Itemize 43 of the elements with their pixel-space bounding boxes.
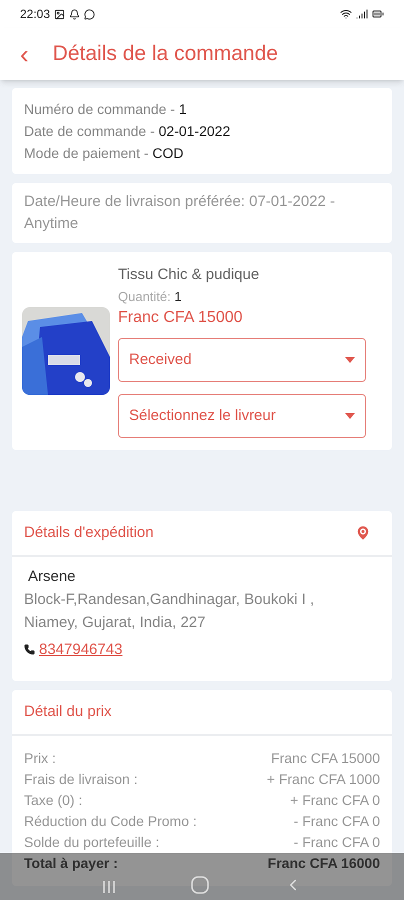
price-label: Réduction du Code Promo : bbox=[24, 812, 197, 831]
page-title: Détails de la commande bbox=[52, 41, 278, 68]
price-value: - Franc CFA 0 bbox=[294, 812, 380, 831]
shipping-title: Détails d'expédition bbox=[24, 522, 154, 543]
order-label: Numéro de commande - bbox=[24, 100, 176, 119]
dropdown[interactable]: Sélectionnez le livreur bbox=[118, 394, 366, 438]
product-name: Tissu Chic & pudique bbox=[118, 265, 260, 285]
price-value: Franc CFA 16000 bbox=[268, 854, 380, 873]
order-label: Date de commande - bbox=[24, 122, 156, 141]
price-label: Solde du portefeuille : bbox=[24, 833, 160, 852]
delivery-preference: Date/Heure de livraison préférée: 07-01-2022 - Anytime bbox=[24, 193, 336, 232]
order-label: Mode de paiement - bbox=[24, 144, 150, 163]
phone-icon bbox=[24, 644, 35, 655]
price-label: Prix : bbox=[24, 749, 56, 768]
product-price: Franc CFA 15000 bbox=[118, 308, 244, 328]
order-value: 02-01-2022 bbox=[158, 122, 230, 141]
price-value: - Franc CFA 0 bbox=[294, 833, 380, 852]
price-value: + Franc CFA 0 bbox=[290, 791, 380, 810]
price-label: Total à payer : bbox=[24, 854, 118, 873]
price-value: + Franc CFA 1000 bbox=[266, 770, 380, 789]
address: Block-F,Randesan,Gandhinagar, Boukoki I , Niamey, Gujarat, India, 227 bbox=[24, 590, 316, 633]
battery-icon bbox=[372, 8, 384, 20]
price-title: Détail du prix bbox=[24, 702, 112, 722]
price-value: Franc CFA 15000 bbox=[271, 749, 380, 768]
recent-apps-icon[interactable] bbox=[102, 880, 116, 894]
order-value: COD bbox=[152, 144, 184, 163]
caret-icon bbox=[345, 357, 355, 363]
status-time: 22:03 bbox=[20, 6, 50, 23]
home-icon[interactable] bbox=[190, 876, 209, 894]
image-icon bbox=[54, 8, 66, 20]
quantity-value: 1 bbox=[174, 288, 182, 306]
quantity-label: Quantité: bbox=[118, 288, 172, 306]
caret-icon bbox=[345, 413, 355, 419]
order-value: 1 bbox=[178, 100, 187, 119]
recipient-name: Arsene bbox=[27, 567, 77, 587]
back-button[interactable]: ‹ bbox=[16, 41, 33, 67]
price-label: Taxe (0) : bbox=[24, 791, 82, 810]
phone-link[interactable]: 8347946743 bbox=[39, 638, 122, 661]
bell-icon bbox=[69, 8, 80, 20]
chat-icon bbox=[84, 8, 96, 20]
dropdown[interactable]: Received bbox=[118, 338, 366, 382]
signal-icon bbox=[356, 8, 368, 20]
price-label: Frais de livraison : bbox=[24, 770, 138, 789]
